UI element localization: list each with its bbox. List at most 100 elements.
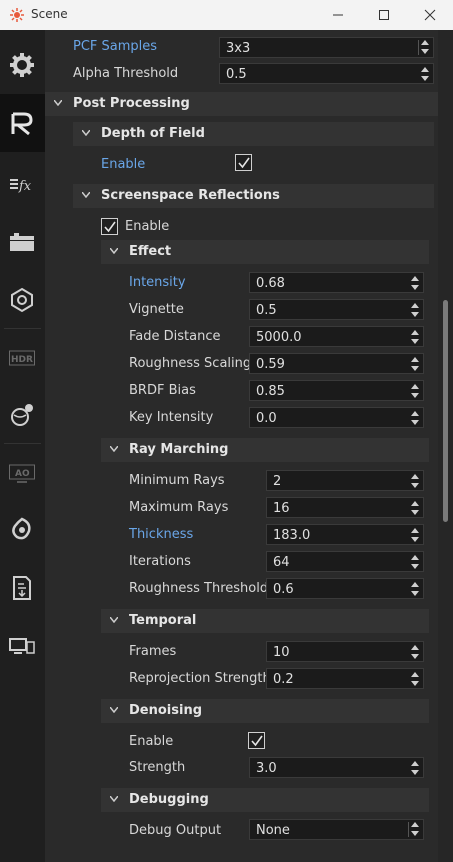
property-input[interactable]: 2: [266, 470, 424, 491]
spinner-icon[interactable]: [411, 474, 419, 488]
svg-text:fx: fx: [18, 179, 32, 194]
property-label: BRDF Bias: [129, 383, 196, 398]
spinner-icon[interactable]: [411, 303, 419, 317]
property-input[interactable]: 0.85: [249, 380, 424, 401]
spinner-icon[interactable]: [411, 276, 419, 290]
check-icon: [104, 221, 116, 233]
denoising-title: Denoising: [129, 703, 203, 718]
check-icon: [251, 735, 263, 747]
spinner-icon[interactable]: [421, 67, 429, 81]
dof-enable-label: Enable: [101, 157, 146, 172]
property-input[interactable]: 0.59: [249, 353, 424, 374]
sidebar-item-ao[interactable]: AO: [0, 443, 45, 501]
spinner-icon[interactable]: [411, 555, 419, 569]
vertical-scrollbar[interactable]: [438, 30, 453, 862]
effects-icon: [12, 517, 31, 540]
sidebar-item-renderer[interactable]: [0, 94, 45, 152]
scrollbar-thumb[interactable]: [443, 300, 448, 522]
denoising-header[interactable]: Denoising: [101, 699, 429, 723]
property-input[interactable]: 0.2: [266, 668, 424, 689]
property-input[interactable]: 0.5: [249, 299, 424, 320]
chevron-down-icon: [110, 446, 118, 452]
export-icon: [13, 576, 31, 600]
debug-output-select[interactable]: None: [249, 819, 424, 840]
ao-icon: AO: [9, 464, 35, 483]
spinner-icon[interactable]: [411, 528, 419, 542]
property-label: Maximum Rays: [129, 500, 229, 515]
ssr-title: Screenspace Reflections: [101, 188, 280, 203]
post-processing-header[interactable]: Post Processing: [45, 92, 438, 116]
pcf-samples-select[interactable]: 3x3: [219, 37, 434, 58]
property-value: 16: [273, 501, 290, 516]
spinner-icon[interactable]: [411, 411, 419, 425]
spinner-icon[interactable]: [411, 761, 419, 775]
sidebar-item-hdr[interactable]: HDR: [0, 328, 45, 386]
globe-light-icon: [11, 404, 33, 426]
spinner-icon[interactable]: [411, 645, 419, 659]
chevron-down-icon: [110, 796, 118, 802]
property-input[interactable]: 64: [266, 551, 424, 572]
spinner-icon[interactable]: [411, 384, 419, 398]
sidebar-item-devices[interactable]: [0, 616, 45, 674]
property-value: 10: [273, 645, 290, 660]
property-label: Iterations: [129, 554, 191, 569]
sidebar-item-camera-settings[interactable]: [0, 270, 45, 328]
sidebar-item-fx[interactable]: fx: [0, 154, 45, 212]
property-label: Vignette: [129, 302, 184, 317]
close-button[interactable]: [407, 0, 453, 30]
property-input[interactable]: 0.6: [266, 578, 424, 599]
property-value: 0.2: [273, 672, 294, 687]
property-label: Roughness Threshold: [129, 581, 269, 596]
sidebar: fx HDR AO: [0, 30, 45, 862]
property-input[interactable]: 5000.0: [249, 326, 424, 347]
sidebar-item-settings[interactable]: [0, 35, 45, 93]
spinner-icon[interactable]: [411, 330, 419, 344]
svg-text:HDR: HDR: [11, 355, 33, 365]
property-input[interactable]: 0.68: [249, 272, 424, 293]
property-value: 0.6: [273, 582, 294, 597]
debugging-header[interactable]: Debugging: [101, 788, 429, 812]
sidebar-item-layers[interactable]: [0, 212, 45, 270]
depth-of-field-title: Depth of Field: [101, 126, 205, 141]
alpha-threshold-input[interactable]: 0.5: [219, 63, 434, 84]
debug-output-value: None: [256, 823, 290, 838]
property-input[interactable]: 0.0: [249, 407, 424, 428]
temporal-header[interactable]: Temporal: [101, 609, 429, 633]
devices-icon: [9, 638, 35, 654]
ray-marching-header[interactable]: Ray Marching: [101, 438, 429, 462]
spinner-icon[interactable]: [411, 672, 419, 686]
property-label: Fade Distance: [129, 329, 221, 344]
denoising-strength-input[interactable]: 3.0: [249, 757, 424, 778]
ssr-header[interactable]: Screenspace Reflections: [73, 184, 434, 208]
chevron-down-icon: [110, 248, 118, 254]
sidebar-item-export[interactable]: [0, 558, 45, 616]
maximize-button[interactable]: [361, 0, 407, 30]
spinner-icon[interactable]: [411, 357, 419, 371]
chevron-down-icon: [54, 100, 62, 106]
ssr-enable-checkbox[interactable]: [101, 218, 118, 235]
property-value: 0.5: [256, 303, 277, 318]
denoising-enable-checkbox[interactable]: [248, 732, 265, 749]
chevron-down-icon: [110, 707, 118, 713]
hdr-icon: HDR: [9, 350, 35, 366]
property-label: Frames: [129, 644, 177, 659]
chevron-down-icon: [82, 192, 90, 198]
fx-icon: fx: [10, 179, 32, 194]
sidebar-item-environment[interactable]: [0, 385, 45, 443]
spinner-icon[interactable]: [411, 501, 419, 515]
property-input[interactable]: 16: [266, 497, 424, 518]
property-input[interactable]: 183.0: [266, 524, 424, 545]
sidebar-item-effects[interactable]: [0, 500, 45, 558]
property-value: 0.59: [256, 357, 285, 372]
effect-header[interactable]: Effect: [101, 240, 429, 264]
property-value: 2: [273, 474, 282, 489]
depth-of-field-header[interactable]: Depth of Field: [73, 122, 434, 146]
property-input[interactable]: 10: [266, 641, 424, 662]
property-label: Roughness Scaling: [129, 356, 252, 371]
camera-settings-icon: [11, 287, 33, 313]
property-label: Key Intensity: [129, 410, 214, 425]
minimize-button[interactable]: [315, 0, 361, 30]
dof-enable-checkbox[interactable]: [235, 154, 252, 171]
chevron-down-icon: [418, 40, 429, 55]
spinner-icon[interactable]: [411, 582, 419, 596]
